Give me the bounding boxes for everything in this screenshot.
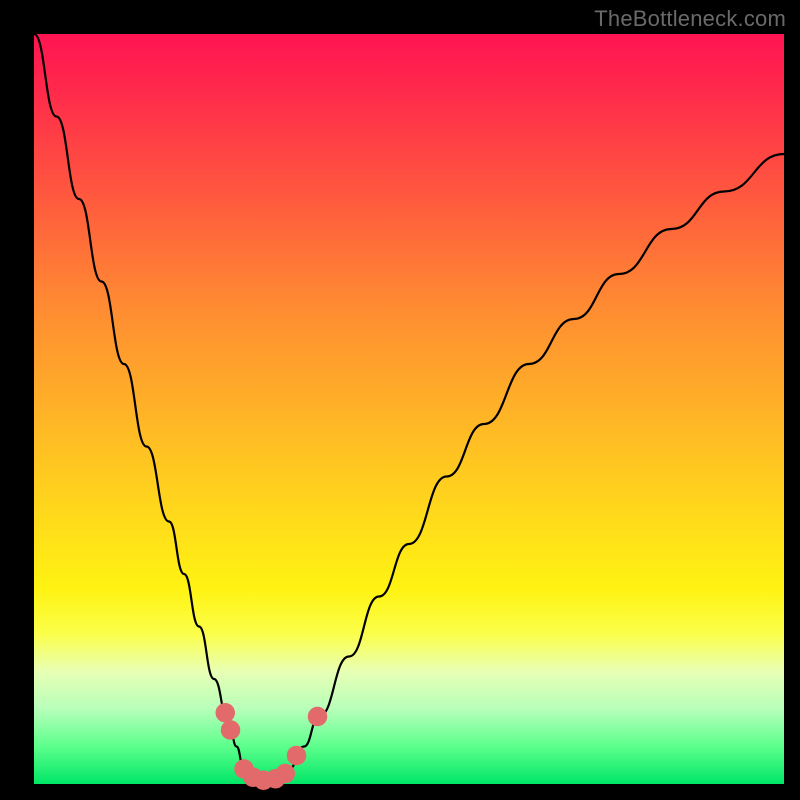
plot-area <box>34 34 784 784</box>
markers <box>216 703 328 790</box>
watermark-text: TheBottleneck.com <box>594 6 786 32</box>
marker-point <box>287 746 307 766</box>
marker-point <box>216 703 236 723</box>
marker-point <box>276 764 296 784</box>
curves <box>34 34 784 782</box>
marker-point <box>308 707 328 727</box>
marker-point <box>221 720 241 740</box>
curve-right-arm <box>289 154 784 769</box>
chart-svg <box>34 34 784 784</box>
curve-left-arm <box>34 34 244 769</box>
